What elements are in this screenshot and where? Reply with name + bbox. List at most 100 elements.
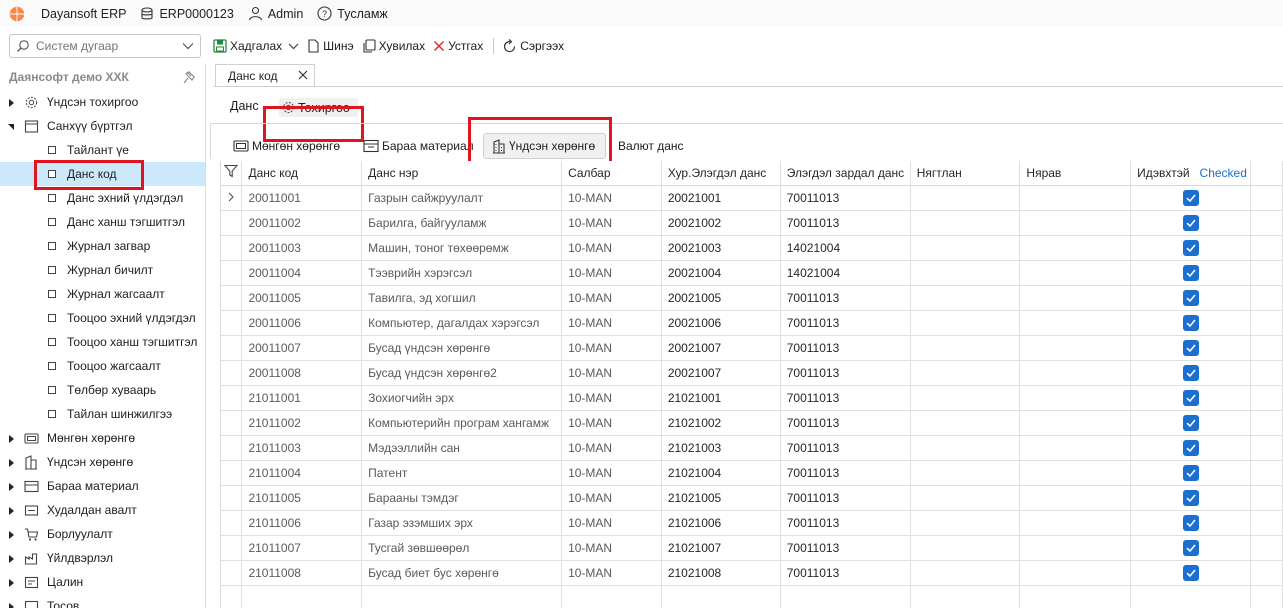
cell-depreciation-expense[interactable]: 70011013	[780, 210, 911, 236]
cell-depreciation-expense[interactable]: 70011013	[780, 535, 911, 561]
cell-depreciation-expense[interactable]: 70011013	[780, 485, 911, 511]
cell-account-name[interactable]: Барилга, байгууламж	[361, 210, 563, 236]
cell-branch[interactable]: 10-MAN	[561, 285, 662, 311]
delete-button[interactable]: Устгах	[431, 37, 485, 55]
cell-accountant[interactable]	[910, 235, 1021, 261]
row-indicator[interactable]	[221, 185, 243, 211]
cell-accountant[interactable]	[910, 560, 1021, 586]
sidebar-subitem[interactable]: Тайлан шинжилгээ	[0, 402, 205, 426]
cell-account-code[interactable]: 21011008	[241, 560, 363, 586]
sidebar-group[interactable]: Тосов	[0, 594, 205, 608]
active-checkbox[interactable]	[1182, 339, 1199, 356]
expand-right-icon[interactable]	[7, 482, 16, 492]
cell-account-name[interactable]: Мэдээллийн сан	[361, 435, 563, 461]
checked-filter-link[interactable]: Checked	[1200, 166, 1247, 180]
sidebar-subitem[interactable]: Журнал загвар	[0, 234, 205, 258]
tab-cash[interactable]: Мөнгөн хөрөнгө	[233, 133, 340, 159]
cell-accountant[interactable]	[910, 360, 1021, 386]
cell-accum-depreciation[interactable]: 20021001	[661, 185, 781, 211]
col-header-storekeeper[interactable]: Нярав	[1019, 161, 1132, 186]
cell-branch[interactable]: 10-MAN	[561, 235, 662, 261]
sidebar-subitem[interactable]: Тайлант үе	[0, 138, 205, 162]
row-indicator[interactable]	[221, 360, 243, 386]
database-selector[interactable]: ERP0000123	[140, 7, 234, 21]
col-header-branch[interactable]: Салбар	[561, 161, 662, 186]
row-indicator[interactable]	[221, 310, 243, 336]
table-row[interactable]: 21011006 Газар эзэмших эрх 10-MAN 21021006 7…	[221, 510, 1283, 536]
cell-branch[interactable]: 10-MAN	[561, 310, 662, 336]
cell-depreciation-expense[interactable]: 70011013	[780, 335, 911, 361]
active-checkbox[interactable]	[1182, 389, 1199, 406]
cell-accountant[interactable]	[910, 385, 1021, 411]
sidebar-subitem[interactable]: Тооцоо эхний үлдэгдэл	[0, 306, 205, 330]
sidebar-group[interactable]: Мөнгөн хөрөнгө	[0, 426, 205, 450]
cell-depreciation-expense[interactable]: 70011013	[780, 360, 911, 386]
cell-account-name[interactable]: Патент	[361, 460, 563, 486]
cell-active[interactable]	[1130, 210, 1252, 236]
tab-fixed-assets[interactable]: Үндсэн хөрөнгө	[483, 133, 607, 159]
cell-accountant[interactable]	[910, 410, 1021, 436]
cell-account-name[interactable]: Бусад биет бус хөрөнгө	[361, 560, 563, 586]
cell-storekeeper[interactable]	[1019, 535, 1132, 561]
cell-active[interactable]	[1130, 385, 1252, 411]
copy-button[interactable]: Хувилах	[360, 37, 428, 55]
cell-account-name[interactable]: Газрын сайжруулалт	[361, 185, 563, 211]
cell-accountant[interactable]	[910, 535, 1021, 561]
cell-account-name[interactable]: Машин, тоног төхөөрөмж	[361, 235, 563, 261]
cell-branch[interactable]: 10-MAN	[561, 360, 662, 386]
cell-active[interactable]	[1130, 535, 1252, 561]
cell-active[interactable]	[1130, 260, 1252, 286]
cell-storekeeper[interactable]	[1019, 210, 1132, 236]
cell-account-code[interactable]: 21011005	[241, 485, 363, 511]
cell-accum-depreciation[interactable]: 20021006	[661, 310, 781, 336]
expand-down-icon[interactable]	[7, 122, 16, 132]
table-row[interactable]: 20011006 Компьютер, дагалдах хэрэгсэл 10-M…	[221, 310, 1283, 336]
expand-right-icon[interactable]	[7, 506, 16, 516]
cell-account-name[interactable]: Тавилга, эд хогшил	[361, 285, 563, 311]
col-header-account-name[interactable]: Данс нэр	[361, 161, 563, 186]
cell-account-code[interactable]: 20011003	[241, 235, 363, 261]
filter-header-cell[interactable]	[221, 161, 243, 186]
cell-active[interactable]	[1130, 560, 1252, 586]
cell-storekeeper[interactable]	[1019, 360, 1132, 386]
sidebar-subitem[interactable]: Журнал бичилт	[0, 258, 205, 282]
cell-account-code[interactable]: 20011005	[241, 285, 363, 311]
cell-account-code[interactable]: 21011004	[241, 460, 363, 486]
cell-depreciation-expense[interactable]: 14021004	[780, 235, 911, 261]
cell-storekeeper[interactable]	[1019, 510, 1132, 536]
chevron-down-icon[interactable]	[182, 41, 194, 51]
cell-accum-depreciation[interactable]: 20021004	[661, 260, 781, 286]
cell-account-code[interactable]: 21011001	[241, 385, 363, 411]
cell-accum-depreciation[interactable]: 21021006	[661, 510, 781, 536]
row-indicator[interactable]	[221, 210, 243, 236]
cell-accum-depreciation[interactable]: 20021003	[661, 235, 781, 261]
tab-inventory[interactable]: Бараа материал	[363, 133, 474, 159]
expand-right-icon[interactable]	[7, 458, 16, 468]
cell-depreciation-expense[interactable]: 70011013	[780, 310, 911, 336]
cell-depreciation-expense[interactable]: 70011013	[780, 185, 911, 211]
cell-account-name[interactable]: Компьютерийн програм хангамж	[361, 410, 563, 436]
cell-depreciation-expense[interactable]: 70011013	[780, 510, 911, 536]
filter-icon[interactable]	[224, 164, 239, 178]
save-button[interactable]: Хадгалах	[211, 37, 284, 55]
cell-accountant[interactable]	[910, 185, 1021, 211]
sidebar-group[interactable]: Цалин	[0, 570, 205, 594]
table-row[interactable]: 20011003 Машин, тоног төхөөрөмж 10-MAN 2002…	[221, 235, 1283, 261]
cell-storekeeper[interactable]	[1019, 385, 1132, 411]
cell-branch[interactable]: 10-MAN	[561, 485, 662, 511]
cell-storekeeper[interactable]	[1019, 435, 1132, 461]
cell-accountant[interactable]	[910, 310, 1021, 336]
cell-storekeeper[interactable]	[1019, 235, 1132, 261]
cell-accountant[interactable]	[910, 285, 1021, 311]
cell-accum-depreciation[interactable]: 20021002	[661, 210, 781, 236]
cell-active[interactable]	[1130, 360, 1252, 386]
pin-icon[interactable]	[183, 71, 195, 84]
cell-active[interactable]	[1130, 185, 1252, 211]
document-tab-dans-kod[interactable]: Данс код	[215, 64, 315, 86]
row-indicator[interactable]	[221, 335, 243, 361]
cell-account-code[interactable]: 21011003	[241, 435, 363, 461]
cell-accum-depreciation[interactable]: 21021002	[661, 410, 781, 436]
cell-accum-depreciation[interactable]: 21021001	[661, 385, 781, 411]
active-checkbox[interactable]	[1182, 189, 1199, 206]
sidebar-group[interactable]: Борлуулалт	[0, 522, 205, 546]
